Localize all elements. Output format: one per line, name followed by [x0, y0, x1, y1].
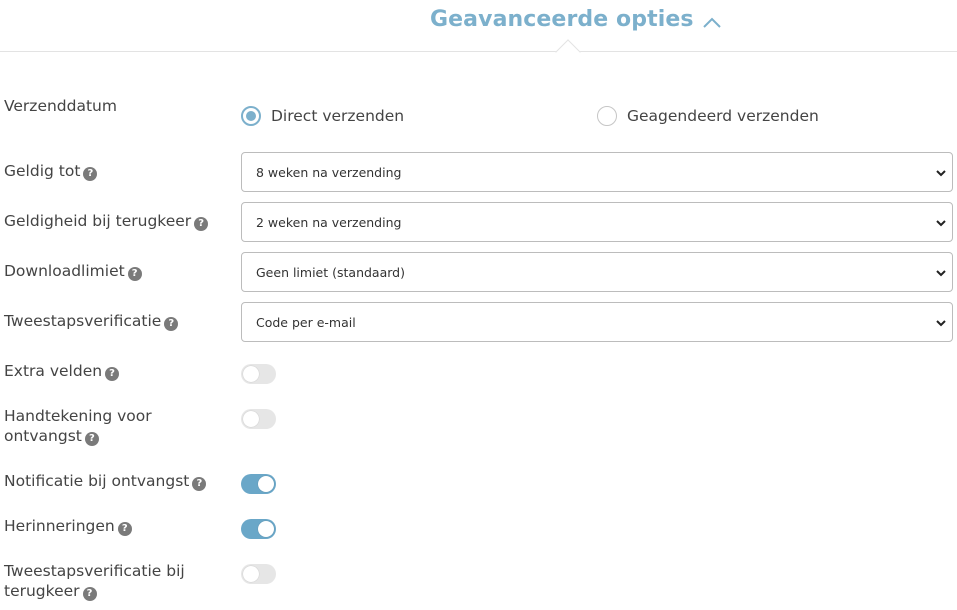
notification-toggle[interactable]: [241, 474, 276, 494]
valid-until-value: 8 weken na verzending: [256, 164, 402, 180]
notification-label: Notificatie bij ontvangst?: [4, 471, 207, 491]
signature-toggle[interactable]: [241, 409, 276, 429]
help-icon[interactable]: ?: [83, 167, 98, 181]
help-icon[interactable]: ?: [164, 317, 179, 331]
advanced-options-header[interactable]: Geavanceerde opties: [0, 0, 957, 65]
extra-fields-label: Extra velden?: [4, 361, 120, 381]
help-icon[interactable]: ?: [82, 587, 97, 601]
two-step-return-toggle[interactable]: [241, 564, 276, 584]
help-icon[interactable]: ?: [117, 522, 132, 536]
extra-fields-toggle[interactable]: [241, 364, 276, 384]
two-step-value: Code per e-mail: [256, 314, 356, 330]
valid-on-return-label: Geldigheid bij terugkeer?: [4, 211, 209, 231]
help-icon[interactable]: ?: [194, 217, 209, 231]
two-step-select[interactable]: Code per e-mail: [241, 302, 953, 342]
valid-on-return-value: 2 weken na verzending: [256, 214, 402, 230]
advanced-options-title[interactable]: Geavanceerde opties: [430, 7, 694, 32]
toggle-knob: [258, 476, 274, 492]
help-icon[interactable]: ?: [192, 477, 207, 491]
toggle-knob: [243, 411, 259, 427]
reminders-toggle[interactable]: [241, 519, 276, 539]
radio-send-direct-label[interactable]: Direct verzenden: [271, 107, 404, 125]
download-limit-select[interactable]: Geen limiet (standaard): [241, 252, 953, 292]
header-divider: [0, 51, 957, 52]
two-step-label: Tweestapsverificatie?: [4, 311, 179, 331]
toggle-knob: [258, 521, 274, 537]
download-limit-label: Downloadlimiet?: [4, 261, 142, 281]
chevron-down-icon: [936, 170, 946, 177]
valid-on-return-select[interactable]: 2 weken na verzending: [241, 202, 953, 242]
chevron-up-icon[interactable]: [700, 11, 724, 35]
two-step-return-label: Tweestapsverificatie bij terugkeer?: [4, 562, 185, 601]
radio-send-scheduled[interactable]: Geagendeerd verzenden: [597, 106, 819, 126]
radio-circle-unchecked[interactable]: [597, 106, 617, 126]
chevron-down-icon: [936, 220, 946, 227]
radio-send-scheduled-label[interactable]: Geagendeerd verzenden: [627, 107, 819, 125]
chevron-down-icon: [936, 270, 946, 277]
toggle-knob: [243, 566, 259, 582]
radio-send-direct[interactable]: Direct verzenden: [241, 106, 404, 126]
help-icon[interactable]: ?: [84, 432, 99, 446]
radio-circle-checked[interactable]: [241, 106, 261, 126]
valid-until-select[interactable]: 8 weken na verzending: [241, 152, 953, 192]
reminders-label: Herinneringen?: [4, 516, 132, 536]
help-icon[interactable]: ?: [105, 367, 120, 381]
download-limit-value: Geen limiet (standaard): [256, 264, 405, 280]
valid-until-label: Geldig tot?: [4, 161, 98, 181]
header-divider-notch: [555, 39, 581, 65]
toggle-knob: [243, 366, 259, 382]
chevron-down-icon: [936, 320, 946, 327]
send-date-label: Verzenddatum: [4, 97, 117, 115]
signature-label: Handtekening voor ontvangst?: [4, 407, 152, 446]
help-icon[interactable]: ?: [127, 267, 142, 281]
